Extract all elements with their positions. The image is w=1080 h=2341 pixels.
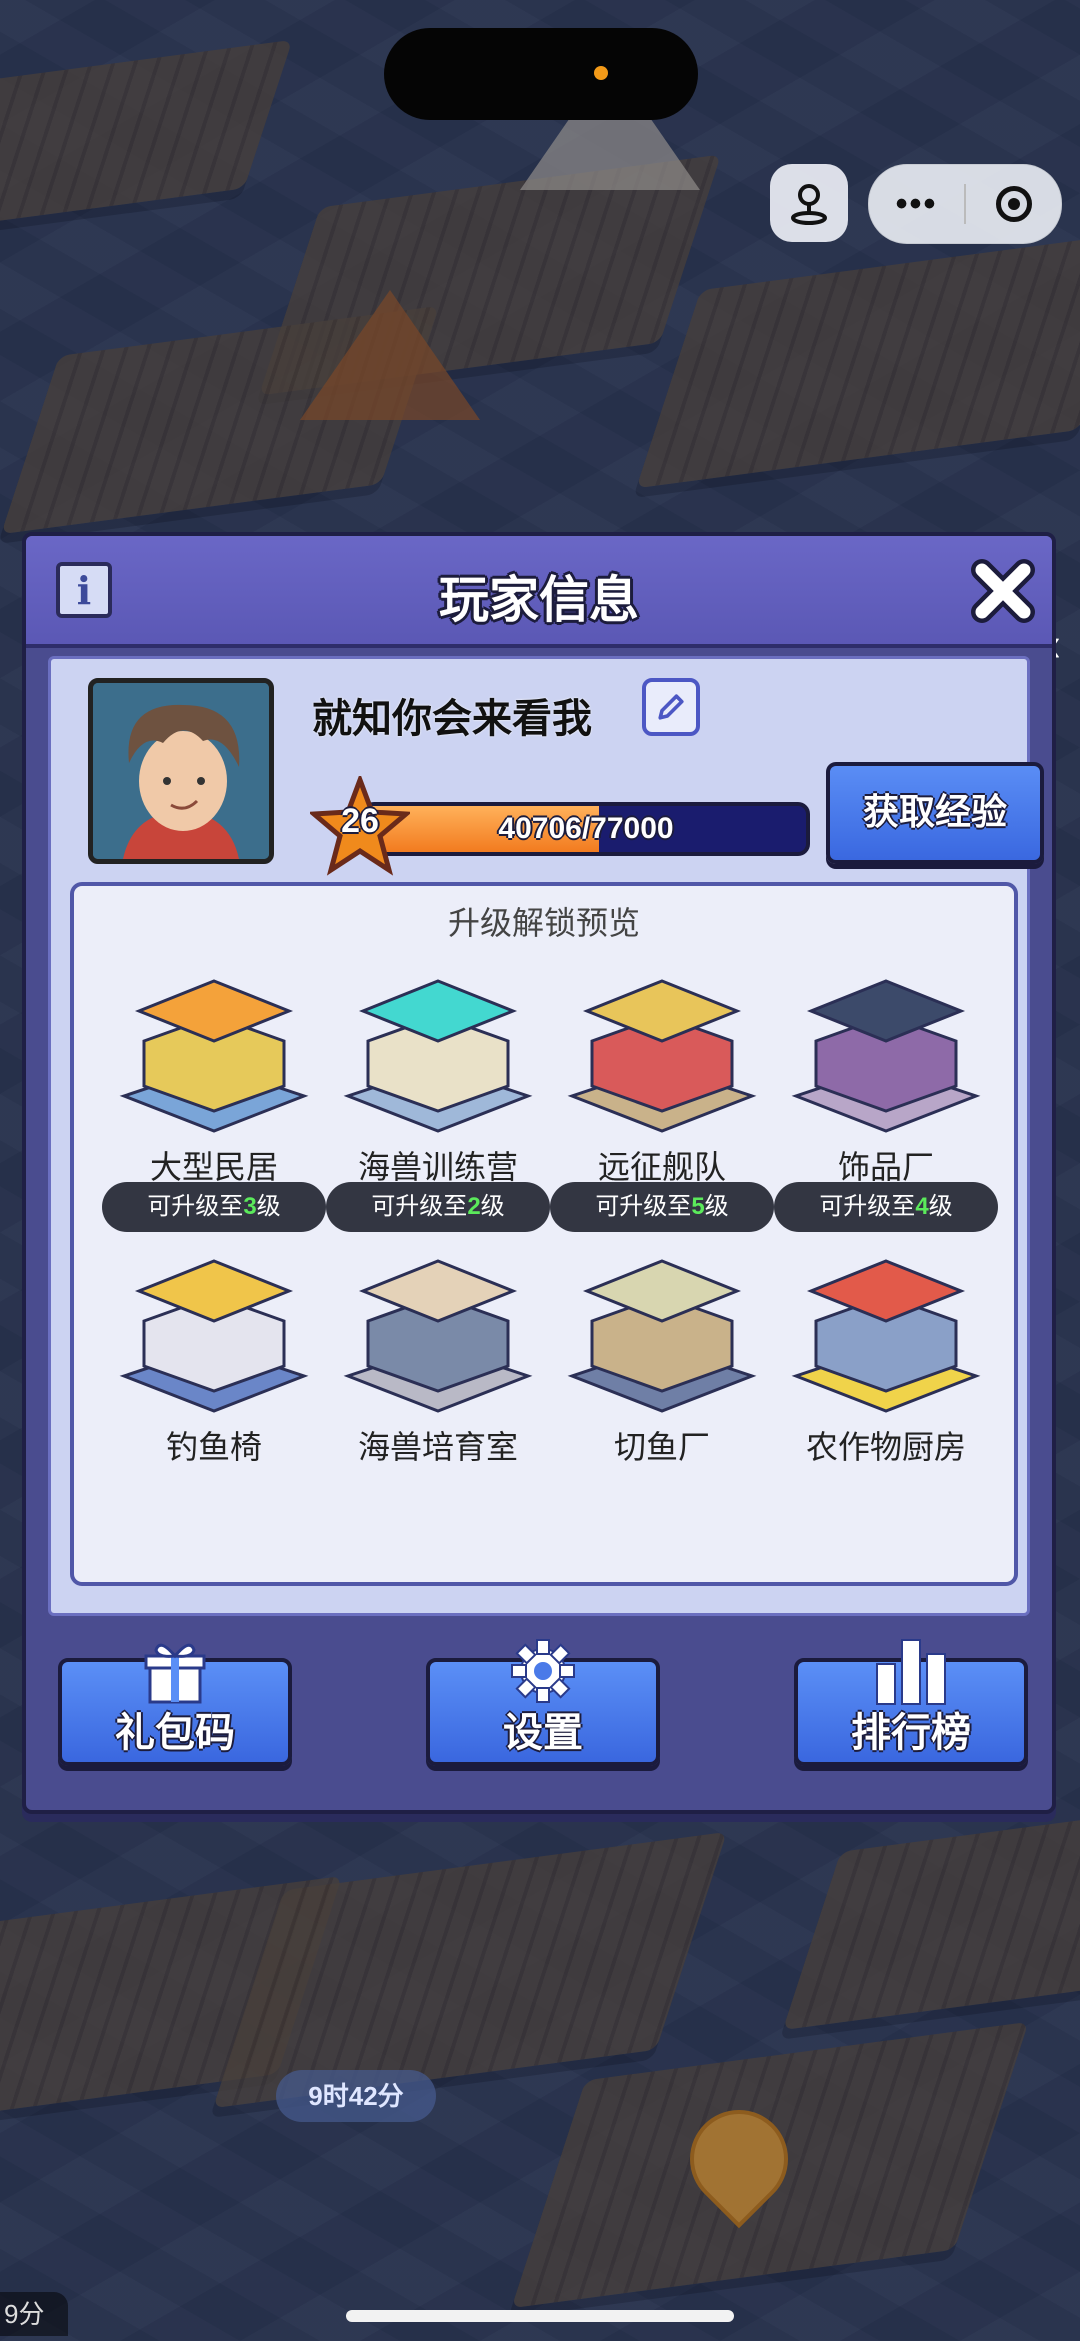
settings-label: 设置: [503, 1711, 583, 1755]
joystick-icon: [791, 184, 827, 225]
player-info-dialog: i 玩家信息 就知你会来看我 40706/77000 26 获取经验 升级解锁预…: [22, 532, 1056, 1814]
crop-kitchen-icon: [786, 1236, 986, 1416]
preview-title: 升级解锁预览: [447, 905, 640, 941]
building-item[interactable]: 切鱼厂: [562, 1236, 762, 1468]
dialog-header: i 玩家信息: [26, 536, 1052, 648]
building-item[interactable]: 钓鱼椅: [114, 1236, 314, 1468]
upgrade-badge-prefix: 可升级至: [371, 1193, 468, 1220]
fish-cutting-icon: [562, 1236, 762, 1416]
fishing-chair-icon: [114, 1236, 314, 1416]
fleet-icon: [562, 956, 762, 1136]
corner-timer: 9分: [0, 2292, 68, 2336]
upgrade-badge-level: 3: [243, 1193, 257, 1220]
more-menu-button[interactable]: •••: [869, 185, 964, 224]
close-icon[interactable]: [968, 556, 1038, 626]
get-exp-button[interactable]: 获取经验: [826, 762, 1044, 864]
player-portrait-icon: [93, 683, 269, 859]
exit-miniprogram-button[interactable]: [966, 186, 1061, 222]
accessory-factory-icon: [786, 956, 986, 1136]
upgrade-badge-level: 4: [915, 1193, 929, 1220]
ranking-button[interactable]: 排行榜: [794, 1639, 1028, 1766]
edit-name-button[interactable]: [642, 678, 700, 736]
gift-icon: [62, 1636, 288, 1706]
building-item[interactable]: 远征舰队: [562, 956, 762, 1188]
building-label: 农作物厨房: [805, 1429, 966, 1465]
upgrade-badge-level: 5: [691, 1193, 705, 1220]
residence-icon: [114, 956, 314, 1136]
xp-text: 40706/77000: [498, 812, 674, 845]
building-label: 海兽培育室: [357, 1429, 518, 1465]
pencil-icon: [658, 694, 684, 720]
upgrade-badge-prefix: 可升级至: [819, 1193, 916, 1220]
bar-chart-icon: [798, 1636, 1024, 1706]
camera-notch: [384, 28, 698, 120]
gift-code-label: 礼包码: [115, 1711, 235, 1755]
training-camp-icon: [338, 956, 538, 1136]
target-icon: [995, 186, 1032, 222]
upgrade-badge-suffix: 级: [704, 1193, 729, 1220]
gear-icon: [430, 1636, 656, 1706]
home-indicator[interactable]: [346, 2310, 734, 2322]
upgrade-badge-prefix: 可升级至: [595, 1193, 692, 1220]
upgrade-badge-prefix: 可升级至: [147, 1193, 244, 1220]
building-item[interactable]: 大型民居: [114, 956, 314, 1188]
miniprogram-capsule: •••: [868, 164, 1062, 244]
avatar[interactable]: [88, 678, 274, 864]
settings-button[interactable]: 设置: [426, 1639, 660, 1766]
upgrade-badge: 可升级至2级: [326, 1182, 550, 1232]
building-label: 钓鱼椅: [165, 1429, 262, 1465]
ranking-label: 排行榜: [851, 1711, 971, 1755]
upgrade-badge: 可升级至3级: [102, 1182, 326, 1232]
upgrade-badge: 可升级至5级: [550, 1182, 774, 1232]
upgrade-unlock-preview: 升级解锁预览 大型民居 海兽训练营 远征舰队 饰品厂 钓鱼椅 可升级至3级 海兽培育室 可升级…: [70, 882, 1018, 1586]
upgrade-badge-level: 2: [467, 1193, 481, 1220]
building-item[interactable]: 饰品厂: [786, 956, 986, 1188]
player-level: 26: [341, 802, 379, 840]
build-timer: 9时42分: [276, 2070, 436, 2122]
gift-code-button[interactable]: 礼包码: [58, 1643, 292, 1766]
upgrade-badge-suffix: 级: [480, 1193, 505, 1220]
building-item[interactable]: 海兽训练营: [338, 956, 538, 1188]
building-item[interactable]: 海兽培育室: [338, 1236, 538, 1468]
xp-progress-bar: 40706/77000: [362, 802, 810, 856]
building-label: 切鱼厂: [613, 1429, 710, 1465]
building-item[interactable]: 农作物厨房: [786, 1236, 986, 1468]
breeding-room-icon: [338, 1236, 538, 1416]
upgrade-badge-suffix: 级: [256, 1193, 281, 1220]
dialog-title: 玩家信息: [439, 572, 639, 628]
joystick-button[interactable]: [770, 164, 848, 242]
upgrade-badge-suffix: 级: [928, 1193, 953, 1220]
upgrade-badge: 可升级至4级: [774, 1182, 998, 1232]
camera-indicator: [594, 66, 608, 80]
player-name: 就知你会来看我: [312, 697, 592, 741]
